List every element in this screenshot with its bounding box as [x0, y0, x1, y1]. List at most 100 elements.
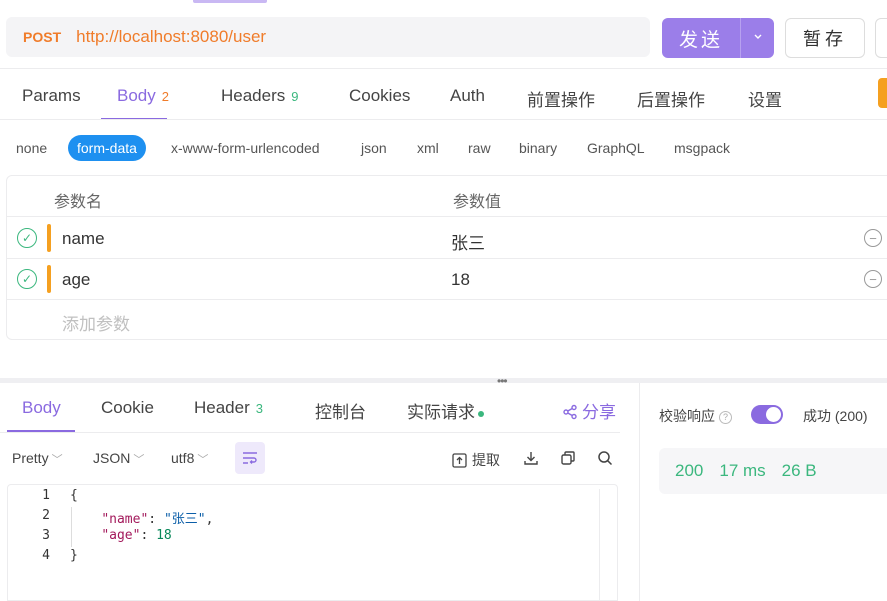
chevron-down-icon: ﹀	[133, 454, 145, 466]
code-line: {	[70, 488, 78, 503]
tab-label: Params	[22, 86, 81, 105]
divider	[0, 119, 887, 120]
row-divider	[7, 258, 887, 259]
body-type-json[interactable]: json	[361, 140, 387, 156]
remove-icon[interactable]: −	[864, 229, 882, 247]
method-selector[interactable]: POST	[23, 29, 61, 45]
panel-separator	[639, 383, 640, 601]
tab-post-operations[interactable]: 后置操作	[637, 86, 705, 111]
response-tab-body[interactable]: Body	[22, 398, 61, 418]
body-type-msgpack[interactable]: msgpack	[674, 140, 730, 156]
response-time: 17 ms	[719, 461, 766, 480]
url-input[interactable]: http://localhost:8080/user	[76, 27, 266, 47]
check-icon[interactable]: ✓	[17, 269, 37, 289]
body-type-urlencoded[interactable]: x-www-form-urlencoded	[171, 140, 320, 156]
tab-settings[interactable]: 设置	[748, 86, 782, 111]
column-header-value: 参数值	[453, 194, 502, 211]
download-icon[interactable]	[523, 450, 539, 469]
tab-pre-operations[interactable]: 前置操作	[527, 86, 595, 111]
param-value[interactable]: 张三	[451, 229, 485, 254]
send-button-label: 发送	[678, 29, 723, 51]
tab-auth[interactable]: Auth	[450, 86, 485, 106]
format-select[interactable]: Pretty ﹀	[12, 450, 63, 467]
extract-icon	[452, 453, 467, 468]
body-type-none[interactable]: none	[16, 140, 47, 156]
code-line: }	[70, 548, 78, 563]
body-type-form-data[interactable]: form-data	[68, 135, 146, 161]
send-button[interactable]: 发送	[662, 18, 774, 58]
active-window-tab-indicator	[193, 0, 267, 3]
tab-label: Auth	[450, 86, 485, 105]
response-tab-actual-request[interactable]: 实际请求	[407, 398, 484, 423]
help-icon[interactable]: ?	[719, 410, 732, 424]
tab-label: Cookies	[349, 86, 411, 105]
search-icon[interactable]	[597, 450, 613, 469]
wrap-icon	[243, 452, 257, 464]
row-drag-handle[interactable]	[47, 224, 51, 252]
body-type-graphql[interactable]: GraphQL	[587, 140, 645, 156]
tab-label: Body	[117, 86, 156, 105]
response-tab-console[interactable]: 控制台	[315, 398, 366, 423]
extract-label: 提取	[472, 452, 500, 468]
row-divider	[7, 216, 887, 217]
status-dot	[478, 410, 484, 417]
verify-response-label: 校验响应?	[659, 406, 732, 426]
code-line: "name": "张三",	[101, 512, 214, 527]
wrap-lines-button[interactable]	[235, 442, 265, 474]
response-size: 26 B	[781, 461, 817, 480]
type-value: JSON	[93, 450, 131, 466]
extract-button[interactable]: 提取	[452, 450, 500, 470]
param-value[interactable]: 18	[451, 270, 470, 290]
column-header-name: 参数名	[54, 194, 103, 211]
side-panel-tab[interactable]	[878, 78, 887, 108]
chevron-down-icon: ﹀	[197, 454, 209, 466]
body-type-raw[interactable]: raw	[468, 140, 491, 156]
copy-icon[interactable]	[560, 450, 576, 469]
code-line: "age": 18	[101, 528, 172, 543]
tab-badge: 2	[161, 89, 169, 104]
tab-body[interactable]: Body 2	[117, 86, 169, 106]
share-button[interactable]: 分享	[562, 398, 616, 423]
tab-label: 后置操作	[637, 91, 705, 110]
row-divider	[7, 299, 887, 300]
row-drag-handle[interactable]	[47, 265, 51, 293]
json-key: "age"	[101, 528, 141, 543]
type-select[interactable]: JSON ﹀	[93, 450, 144, 467]
remove-icon[interactable]: −	[864, 270, 882, 288]
param-name[interactable]: name	[62, 229, 105, 249]
save-button[interactable]: 暂存	[785, 18, 865, 58]
chevron-down-icon[interactable]	[741, 32, 774, 44]
tab-params[interactable]: Params	[22, 86, 81, 106]
drag-handle-icon[interactable]: •••	[497, 374, 508, 388]
verify-label-text: 校验响应	[659, 408, 715, 424]
response-code-editor[interactable]: 1 2 3 4 { "name": "张三", "age": 18 }	[7, 484, 618, 601]
share-label: 分享	[582, 403, 616, 422]
panel-resize-divider[interactable]	[0, 378, 887, 383]
share-icon	[563, 404, 577, 420]
url-bar[interactable]: POST http://localhost:8080/user	[6, 17, 650, 57]
tab-badge: 9	[291, 89, 299, 104]
param-name[interactable]: age	[62, 270, 90, 290]
encoding-select[interactable]: utf8 ﹀	[171, 450, 208, 467]
response-tab-header[interactable]: Header 3	[194, 398, 263, 418]
more-button[interactable]	[875, 18, 887, 58]
json-key: "name"	[101, 512, 149, 527]
verify-toggle[interactable]	[751, 405, 783, 424]
verify-result: 成功 (200)	[803, 408, 868, 424]
body-type-xml[interactable]: xml	[417, 140, 439, 156]
line-number: 1	[42, 488, 50, 503]
line-number: 2	[42, 508, 50, 523]
tab-label: 实际请求	[407, 403, 475, 422]
tab-label: 前置操作	[527, 91, 595, 110]
body-type-binary[interactable]: binary	[519, 140, 557, 156]
add-param-input[interactable]: 添加参数	[62, 310, 130, 335]
tab-label: Header	[194, 398, 250, 417]
tab-cookies[interactable]: Cookies	[349, 86, 410, 106]
request-tabs: Params Body 2 Headers 9 Cookies Auth 前置操作 …	[0, 70, 887, 120]
tab-headers[interactable]: Headers 9	[221, 86, 299, 106]
response-stats: 200 17 ms 26 B	[659, 448, 887, 494]
check-icon[interactable]: ✓	[17, 228, 37, 248]
json-value: 18	[156, 528, 172, 543]
response-tab-cookie[interactable]: Cookie	[101, 398, 154, 418]
editor-scrollbar[interactable]	[599, 489, 617, 601]
